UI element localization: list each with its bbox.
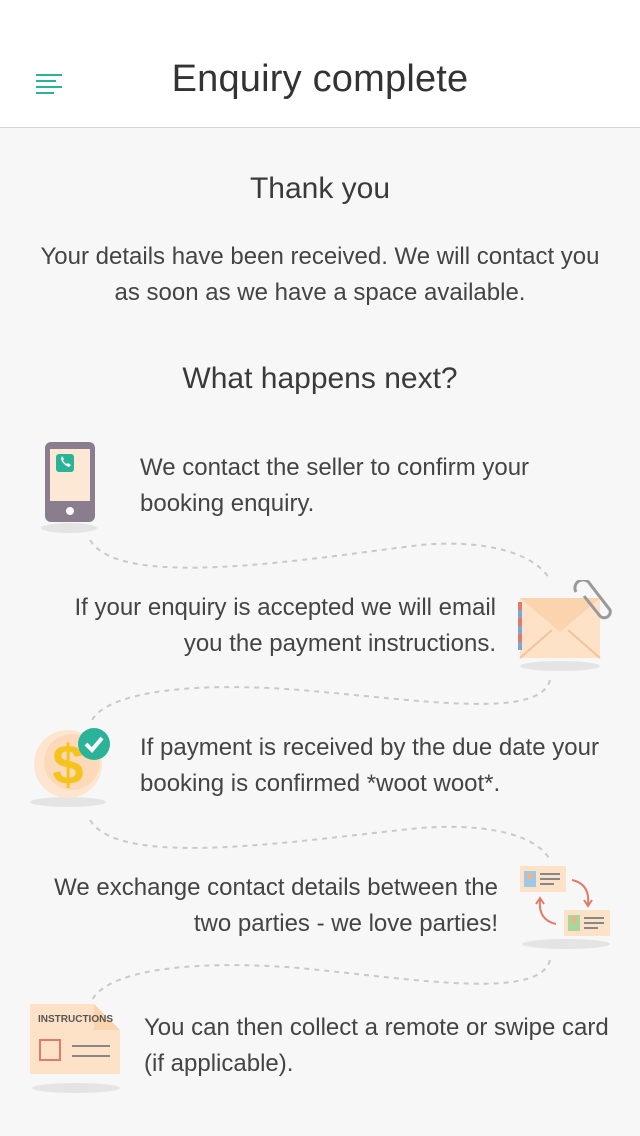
top-bar: Enquiry complete: [0, 0, 640, 128]
page-title: Enquiry complete: [171, 58, 469, 100]
step-4-text: We exchange contact details between the …: [54, 874, 498, 937]
step-3-text: If payment is received by the due date y…: [140, 734, 599, 797]
step-2-text: If your enquiry is accepted we will emai…: [74, 594, 496, 657]
dollar-check-icon: $: [30, 728, 110, 807]
confirmation-message: Your details have been received. We will…: [40, 243, 600, 306]
instructions-card-icon: INSTRUCTIONS: [30, 1004, 120, 1093]
instructions-label: INSTRUCTIONS: [38, 1014, 113, 1025]
envelope-paperclip-icon: [518, 580, 612, 671]
contact-exchange-icon: [520, 866, 610, 949]
step-connector-lines: [89, 539, 551, 1001]
next-steps-heading: What happens next?: [182, 362, 458, 395]
phone-icon: [41, 442, 97, 533]
step-1-text: We contact the seller to confirm your bo…: [140, 454, 530, 517]
thank-you-heading: Thank you: [249, 172, 391, 205]
step-5-text: You can then collect a remote or swipe c…: [144, 1014, 609, 1077]
